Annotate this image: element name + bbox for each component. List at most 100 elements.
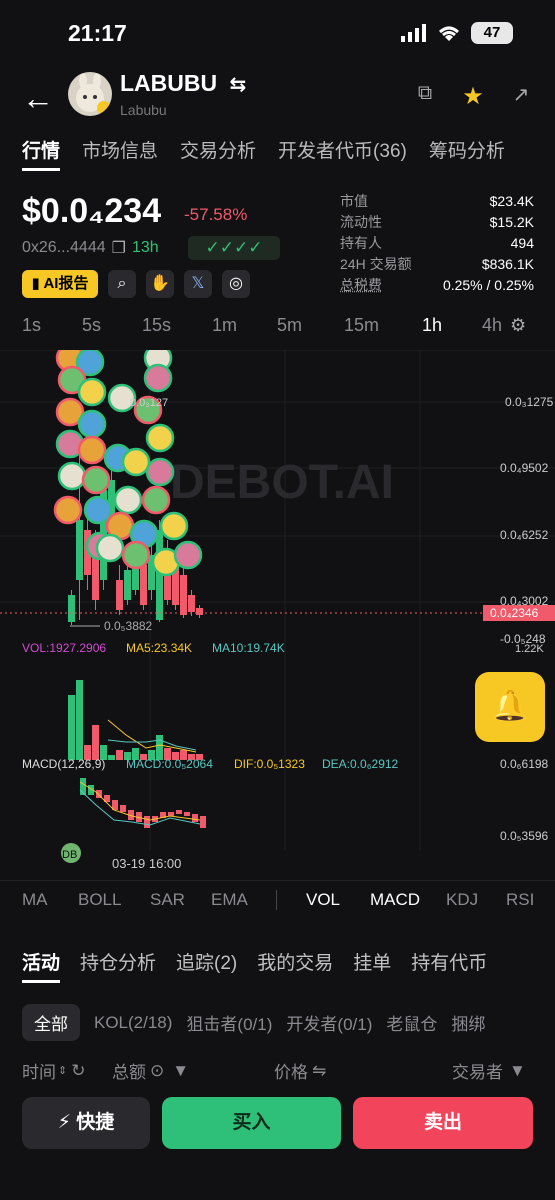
filter-all[interactable]: 全部	[22, 1004, 80, 1041]
quick-button[interactable]: ⚡ 快捷	[22, 1097, 150, 1149]
tab-market[interactable]: 行情	[22, 136, 60, 163]
tab-my-trades[interactable]: 我的交易	[257, 948, 333, 975]
trader-avatar-marker[interactable]	[83, 495, 113, 525]
ind-boll[interactable]: BOLL	[78, 890, 121, 910]
trader-avatar-marker[interactable]	[143, 363, 173, 393]
refresh-icon[interactable]: ↻	[71, 1061, 85, 1081]
trader-avatar-marker[interactable]	[77, 435, 107, 465]
volume-bar	[108, 755, 115, 760]
ma5-label: MA5:23.34K	[126, 641, 192, 655]
status-time: 21:17	[68, 20, 127, 46]
ai-report-button[interactable]: ▮ AI报告	[22, 270, 98, 298]
filter-icon[interactable]: ▼	[509, 1061, 526, 1081]
activity-tab-indicator	[22, 980, 60, 983]
trader-avatar-marker[interactable]	[145, 457, 175, 487]
chart-watch-icon[interactable]: ⧉	[410, 82, 440, 110]
trader-avatar-marker[interactable]	[95, 533, 125, 563]
tf-1h[interactable]: 1h	[422, 315, 442, 336]
sell-button[interactable]: 卖出	[353, 1097, 533, 1149]
filter-kol[interactable]: KOL(2/18)	[94, 1013, 172, 1033]
tab-chip-analysis[interactable]: 筹码分析	[429, 136, 505, 163]
trader-avatar-marker[interactable]	[159, 511, 189, 541]
candle-body	[180, 575, 187, 615]
trader-filters: 全部 KOL(2/18) 狙击者(0/1) 开发者(0/1) 老鼠仓 捆绑	[22, 1004, 485, 1041]
tf-15m[interactable]: 15m	[344, 315, 379, 336]
filter-icon[interactable]: ▼	[172, 1061, 189, 1081]
tf-5s[interactable]: 5s	[82, 315, 101, 336]
ind-sar[interactable]: SAR	[150, 890, 185, 910]
trader-avatar-marker[interactable]	[57, 461, 87, 491]
trader-avatar-marker[interactable]	[77, 409, 107, 439]
swap-icon[interactable]: ⇋	[312, 1061, 326, 1081]
currency-icon: ⊙	[150, 1060, 165, 1080]
ind-ema[interactable]: EMA	[211, 890, 248, 910]
tab-trade-analysis[interactable]: 交易分析	[180, 136, 256, 163]
tf-4h[interactable]: 4h	[482, 315, 502, 336]
main-tabs: 行情 市场信息 交易分析 开发者代币(36) 筹码分析	[22, 136, 505, 163]
tab-activity[interactable]: 活动	[22, 948, 60, 975]
globe-icon[interactable]: ◎	[222, 270, 250, 298]
star-icon[interactable]: ★	[458, 82, 488, 110]
trader-avatar-marker[interactable]	[77, 377, 107, 407]
chart-settings-icon[interactable]: ⚙	[510, 315, 526, 336]
macd-bar	[144, 816, 150, 828]
trader-avatar-marker[interactable]	[145, 423, 175, 453]
macd-bar	[192, 814, 198, 822]
trader-avatar-marker[interactable]	[121, 540, 151, 570]
price-alert-bell-icon[interactable]: 🔔	[475, 672, 545, 742]
wifi-icon	[439, 26, 459, 41]
axis-label-4: 0.0₄3002	[500, 594, 549, 608]
copy-icon[interactable]: ❐	[112, 238, 126, 258]
tab-holding-tokens[interactable]: 持有代币	[411, 948, 487, 975]
ind-rsi[interactable]: RSI	[506, 890, 534, 910]
price-chart[interactable]: DEBOT.AI 0.0₄2346 0.0₃1275 0.0₄9502 0.0₄…	[0, 350, 555, 880]
stat-market-cap: 市值 $23.4K	[340, 192, 534, 209]
contract-address: 0x26...4444 ❐ 13h	[22, 238, 159, 258]
tab-orders[interactable]: 挂单	[353, 948, 391, 975]
search-icon[interactable]: ⌕	[108, 270, 136, 298]
th-time[interactable]: 时间 ⇕ ↻	[22, 1058, 85, 1083]
hand-icon[interactable]: ✋	[146, 270, 174, 298]
th-price[interactable]: 价格 ⇋	[274, 1058, 326, 1083]
trader-avatar-marker[interactable]	[141, 485, 171, 515]
tf-5m[interactable]: 5m	[277, 315, 302, 336]
trader-avatar-marker[interactable]	[173, 540, 203, 570]
volume-bar	[92, 725, 99, 760]
macd-bar	[168, 812, 174, 816]
axis-label-3: 0.0₄6252	[500, 528, 549, 542]
back-arrow-icon[interactable]: ←	[22, 80, 54, 117]
ind-macd[interactable]: MACD	[370, 890, 420, 910]
swap-icon[interactable]: ⇆	[230, 74, 247, 96]
chart-watermark: DEBOT.AI	[170, 456, 394, 509]
tf-1m[interactable]: 1m	[212, 315, 237, 336]
trader-avatar-marker[interactable]	[81, 465, 111, 495]
th-amount[interactable]: 总额 ⊙ ▼	[112, 1058, 189, 1083]
filter-bundle[interactable]: 捆绑	[451, 1010, 485, 1035]
ind-vol[interactable]: VOL	[306, 890, 340, 910]
tf-15s[interactable]: 15s	[142, 315, 171, 336]
price-change: -57.58%	[184, 205, 248, 224]
buy-button[interactable]: 买入	[162, 1097, 341, 1149]
ind-kdj[interactable]: KDJ	[446, 890, 478, 910]
tab-market-info[interactable]: 市场信息	[82, 136, 158, 163]
trader-avatar-marker[interactable]	[113, 485, 143, 515]
x-icon[interactable]: 𝕏	[184, 270, 212, 298]
tab-holdings-analysis[interactable]: 持仓分析	[80, 948, 156, 975]
th-trader[interactable]: 交易者 ▼	[452, 1058, 526, 1083]
macd-bar	[200, 816, 206, 828]
tf-1s[interactable]: 1s	[22, 315, 41, 336]
filter-dev[interactable]: 开发者(0/1)	[286, 1010, 372, 1035]
share-icon[interactable]: ↗	[506, 82, 536, 110]
macd-axis-1: 0.0₆6198	[500, 757, 549, 771]
trader-avatar-marker[interactable]	[53, 495, 83, 525]
stat-24h-volume: 24H 交易额 $836.1K	[340, 255, 534, 272]
volume-bar	[68, 695, 75, 760]
trader-avatar-marker[interactable]	[121, 447, 151, 477]
status-icons: 47	[401, 22, 513, 44]
axis-label-1: 0.0₃1275	[505, 395, 554, 409]
tab-tracking[interactable]: 追踪(2)	[176, 948, 237, 975]
ind-ma[interactable]: MA	[22, 890, 48, 910]
filter-sniper[interactable]: 狙击者(0/1)	[186, 1010, 272, 1035]
filter-insider[interactable]: 老鼠仓	[386, 1010, 437, 1035]
tab-dev-tokens[interactable]: 开发者代币(36)	[278, 136, 407, 163]
